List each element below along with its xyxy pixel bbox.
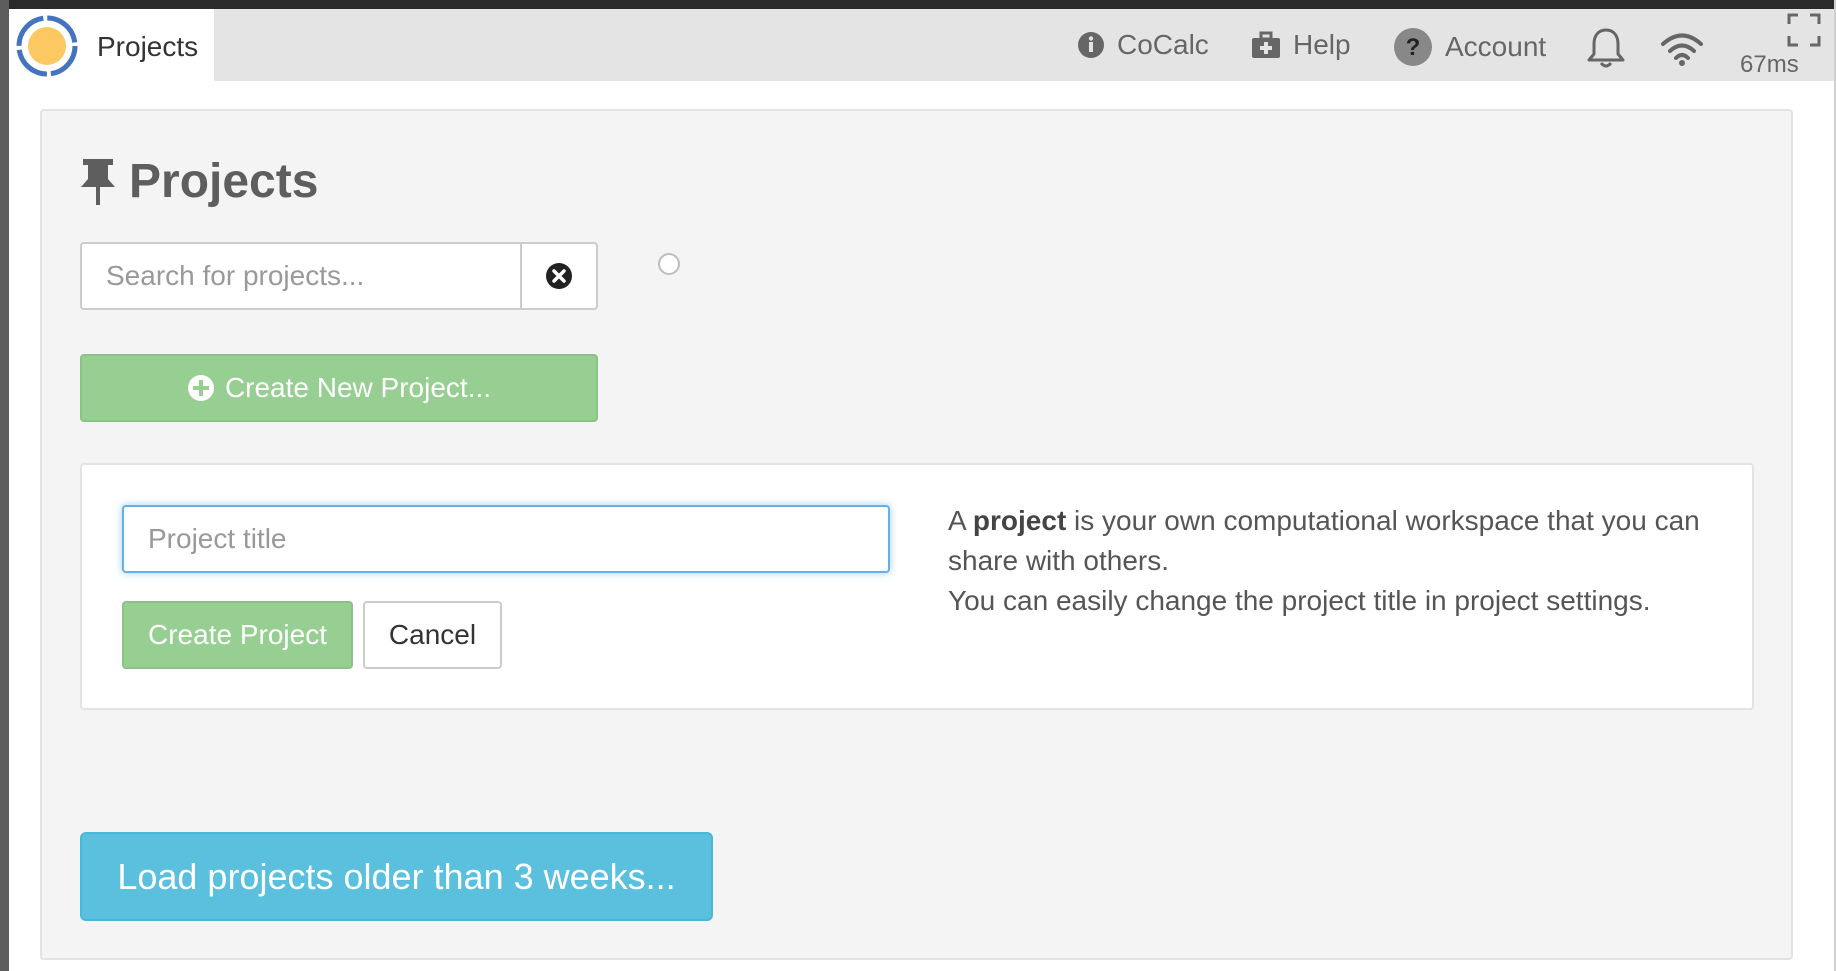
explain-prefix: A	[948, 505, 973, 536]
medkit-icon	[1252, 31, 1280, 58]
page-title: Projects	[129, 155, 319, 208]
nav-account[interactable]: ? Account	[1393, 27, 1546, 67]
svg-text:?: ?	[1406, 34, 1421, 61]
create-project-button[interactable]: Create Project	[122, 601, 353, 669]
page-heading: Projects	[79, 154, 318, 209]
tab-projects-label: Projects	[97, 31, 199, 62]
nav-help[interactable]: Help	[1251, 29, 1351, 61]
window-top-edge	[0, 0, 1836, 9]
expand-icon[interactable]	[1787, 13, 1821, 47]
nav-help-label: Help	[1293, 29, 1351, 60]
nav-cocalc[interactable]: CoCalc	[1077, 29, 1209, 61]
question-circle-icon: ?	[1394, 28, 1432, 66]
bell-icon[interactable]	[1584, 26, 1628, 70]
load-older-projects-button[interactable]: Load projects older than 3 weeks...	[80, 832, 713, 921]
project-explanation: A project is your own computational work…	[948, 501, 1728, 621]
create-new-project-button[interactable]: Create New Project...	[80, 354, 598, 422]
nav-cocalc-label: CoCalc	[1117, 29, 1209, 60]
project-search	[80, 242, 598, 310]
new-project-form: Create Project Cancel A project is your …	[80, 463, 1754, 710]
project-title-input[interactable]	[122, 505, 890, 573]
create-new-project-label: Create New Project...	[224, 372, 492, 403]
plus-circle-icon	[187, 375, 214, 401]
nav-account-label: Account	[1445, 31, 1547, 62]
info-circle-icon	[1078, 32, 1104, 58]
explain-line2: You can easily change the project title …	[948, 585, 1651, 616]
top-nav-bar: Projects CoCalc Help ? Account 67ms	[9, 9, 1834, 81]
tab-projects[interactable]: Projects	[9, 9, 214, 81]
thumbtack-icon	[81, 158, 115, 205]
window-left-edge	[0, 0, 9, 971]
search-input[interactable]	[80, 242, 520, 310]
wifi-icon[interactable]	[1660, 31, 1704, 67]
close-circle-icon	[546, 263, 572, 289]
hidden-projects-toggle[interactable]	[658, 253, 680, 275]
cocalc-logo-icon	[16, 15, 78, 77]
app-window: Projects CoCalc Help ? Account 67ms Proj…	[0, 0, 1836, 971]
ping-readout: 67ms	[1740, 51, 1799, 78]
cancel-button[interactable]: Cancel	[363, 601, 502, 669]
explain-bold: project	[972, 505, 1067, 536]
search-clear-button[interactable]	[520, 242, 598, 310]
